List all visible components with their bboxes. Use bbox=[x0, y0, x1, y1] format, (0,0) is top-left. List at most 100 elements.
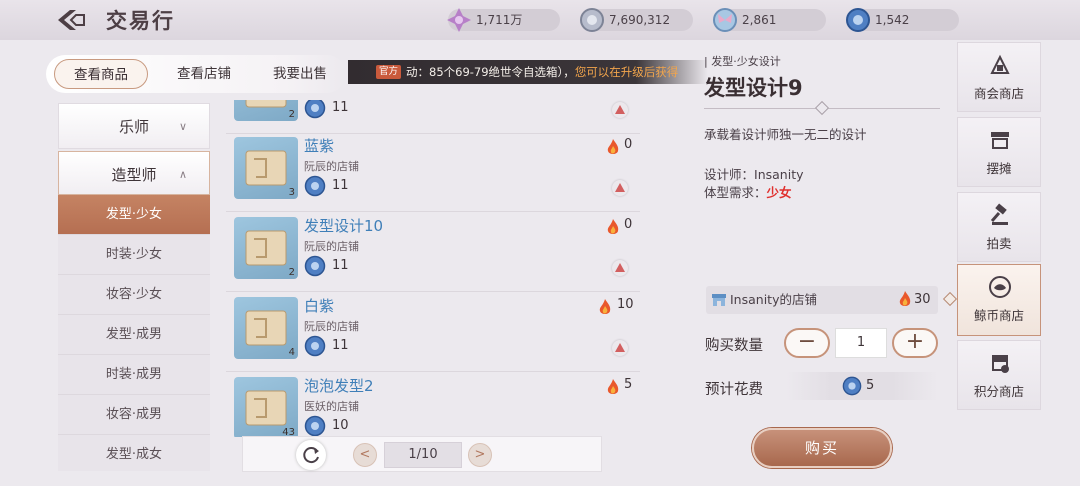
detail-designer: 设计师：Insanity bbox=[704, 164, 804, 183]
item-quantity: 3 bbox=[288, 187, 295, 198]
whale-coin-icon bbox=[842, 376, 862, 396]
list-item[interactable]: 43 泡泡发型2 医妖的店铺 10 5 bbox=[226, 372, 640, 437]
refresh-button[interactable] bbox=[296, 440, 326, 470]
nav-points-shop[interactable]: 积分商店 bbox=[957, 340, 1041, 410]
subcategory-hair-girl[interactable]: 发型·少女 bbox=[58, 195, 210, 235]
fire-icon bbox=[607, 379, 619, 394]
list-item[interactable]: 2 11 bbox=[226, 100, 640, 134]
page-title: 交易行 bbox=[106, 9, 175, 33]
whale-coin-icon bbox=[846, 8, 870, 32]
item-quantity: 2 bbox=[288, 267, 295, 278]
category-stylist[interactable]: 造型师 ∧ bbox=[58, 151, 210, 195]
ticker-highlight: 您可以在升级后获得 bbox=[574, 65, 679, 79]
increase-quantity-button[interactable]: + bbox=[892, 328, 938, 358]
item-thumbnail: 2 bbox=[234, 217, 298, 279]
item-price: 11 bbox=[332, 178, 349, 193]
list-item[interactable]: 3 蓝紫 阮辰的店铺 11 0 bbox=[226, 132, 640, 212]
quantity-input[interactable]: 1 bbox=[835, 328, 887, 358]
currency-whale-coin[interactable]: 1,542 bbox=[846, 8, 959, 32]
buy-button[interactable]: 购买 bbox=[752, 428, 892, 468]
nav-auction[interactable]: 拍卖 bbox=[957, 192, 1041, 262]
subcategory-fashion-man[interactable]: 时装·成男 bbox=[58, 355, 210, 395]
tab-sell[interactable]: 我要出售 bbox=[252, 59, 348, 89]
chevron-up-icon: ∧ bbox=[178, 168, 187, 181]
category-list: 乐师 ∨ 造型师 ∧ 发型·少女 时装·少女 妆容·少女 发型·成男 时装·成男… bbox=[58, 103, 210, 471]
item-list: 2 11 3 蓝紫 阮辰的店铺 11 0 2 发型设计10 阮辰的店铺 11 0 bbox=[222, 100, 642, 437]
gavel-icon bbox=[990, 203, 1008, 225]
item-price: 11 bbox=[332, 338, 349, 353]
category-label: 乐师 bbox=[118, 118, 149, 136]
item-price: 11 bbox=[332, 258, 349, 273]
item-shop: 阮辰的店铺 bbox=[304, 320, 359, 333]
back-icon[interactable] bbox=[56, 8, 86, 32]
nav-label: 鲸币商店 bbox=[973, 308, 1024, 323]
report-icon[interactable] bbox=[612, 102, 628, 118]
item-shop: 医妖的店铺 bbox=[304, 400, 359, 413]
item-name: 白紫 bbox=[304, 297, 335, 315]
item-price: 11 bbox=[332, 100, 349, 115]
subcategory-makeup-girl[interactable]: 妆容·少女 bbox=[58, 275, 210, 315]
silver-coin-icon bbox=[580, 8, 604, 32]
shop-icon bbox=[712, 294, 726, 306]
fire-icon bbox=[607, 139, 619, 154]
report-icon[interactable] bbox=[612, 340, 628, 356]
body-type-value: 少女 bbox=[766, 185, 792, 200]
tab-bar: 查看商品 查看店铺 我要出售 bbox=[46, 55, 346, 93]
designer-value: Insanity bbox=[754, 167, 804, 182]
currency-silver-coin[interactable]: 7,690,312 bbox=[580, 8, 693, 32]
diamond-ornament-icon bbox=[814, 100, 830, 116]
nav-whale-coin-shop[interactable]: 鲸币商店 bbox=[957, 264, 1041, 336]
category-musician[interactable]: 乐师 ∨ bbox=[58, 103, 210, 149]
whale-coin-icon bbox=[304, 100, 326, 119]
item-quantity: 2 bbox=[288, 109, 295, 120]
detail-category: | 发型·少女设计 bbox=[704, 55, 781, 68]
currency-butterfly-coin[interactable]: 2,861 bbox=[713, 8, 826, 32]
shop-nav: 商会商店 摆摊 拍卖 鲸币商店 积分商店 bbox=[953, 40, 1080, 486]
nav-label: 摆摊 bbox=[986, 161, 1012, 176]
next-page-button[interactable]: > bbox=[468, 443, 492, 467]
chamber-shop-icon bbox=[990, 54, 1010, 74]
cost-background bbox=[786, 372, 938, 400]
nav-chamber-shop[interactable]: 商会商店 bbox=[957, 42, 1041, 112]
nav-stall[interactable]: 摆摊 bbox=[957, 117, 1041, 187]
quantity-label: 购买数量 bbox=[705, 338, 763, 354]
decrease-quantity-button[interactable]: − bbox=[784, 328, 830, 358]
designer-label: 设计师： bbox=[704, 167, 755, 182]
tab-view-shops[interactable]: 查看店铺 bbox=[156, 59, 252, 89]
fire-icon bbox=[607, 219, 619, 234]
subcategory-fashion-girl[interactable]: 时装·少女 bbox=[58, 235, 210, 275]
detail-shop-heat: 30 bbox=[914, 292, 931, 307]
prev-page-button[interactable]: < bbox=[353, 443, 377, 467]
star-crystal-icon bbox=[447, 8, 471, 32]
report-icon[interactable] bbox=[612, 260, 628, 276]
report-icon[interactable] bbox=[612, 180, 628, 196]
currency-value: 2,861 bbox=[742, 13, 777, 27]
cost-value: 5 bbox=[866, 378, 875, 393]
item-thumbnail: 4 bbox=[234, 297, 298, 359]
page-indicator: 1/10 bbox=[384, 442, 462, 468]
item-price: 10 bbox=[332, 418, 349, 433]
item-quantity: 4 bbox=[288, 347, 295, 358]
subcategory-hair-man[interactable]: 发型·成男 bbox=[58, 315, 210, 355]
subcategory-hair-woman[interactable]: 发型·成女 bbox=[58, 435, 210, 471]
item-thumbnail: 43 bbox=[234, 377, 298, 437]
detail-shop-name: Insanity的店铺 bbox=[730, 292, 817, 307]
item-thumbnail: 2 bbox=[234, 100, 298, 121]
points-shop-icon bbox=[992, 355, 1009, 373]
fire-icon bbox=[599, 299, 611, 314]
currency-star-crystal[interactable]: 1,711万 bbox=[447, 8, 560, 32]
list-item[interactable]: 4 白紫 阮辰的店铺 11 10 bbox=[226, 292, 640, 372]
subcategory-makeup-man[interactable]: 妆容·成男 bbox=[58, 395, 210, 435]
whale-coin-icon bbox=[989, 276, 1011, 298]
refresh-icon bbox=[303, 447, 319, 464]
list-item[interactable]: 2 发型设计10 阮辰的店铺 11 0 bbox=[226, 212, 640, 292]
pagination: < 1/10 > bbox=[242, 436, 602, 472]
item-name: 泡泡发型2 bbox=[304, 377, 374, 395]
tab-view-goods[interactable]: 查看商品 bbox=[54, 59, 148, 89]
item-shop: 阮辰的店铺 bbox=[304, 240, 359, 253]
chevron-down-icon: ∨ bbox=[178, 120, 187, 133]
cost-label: 预计花费 bbox=[705, 382, 763, 398]
whale-coin-icon bbox=[304, 255, 326, 277]
nav-label: 拍卖 bbox=[986, 236, 1012, 251]
fire-icon bbox=[899, 291, 911, 306]
